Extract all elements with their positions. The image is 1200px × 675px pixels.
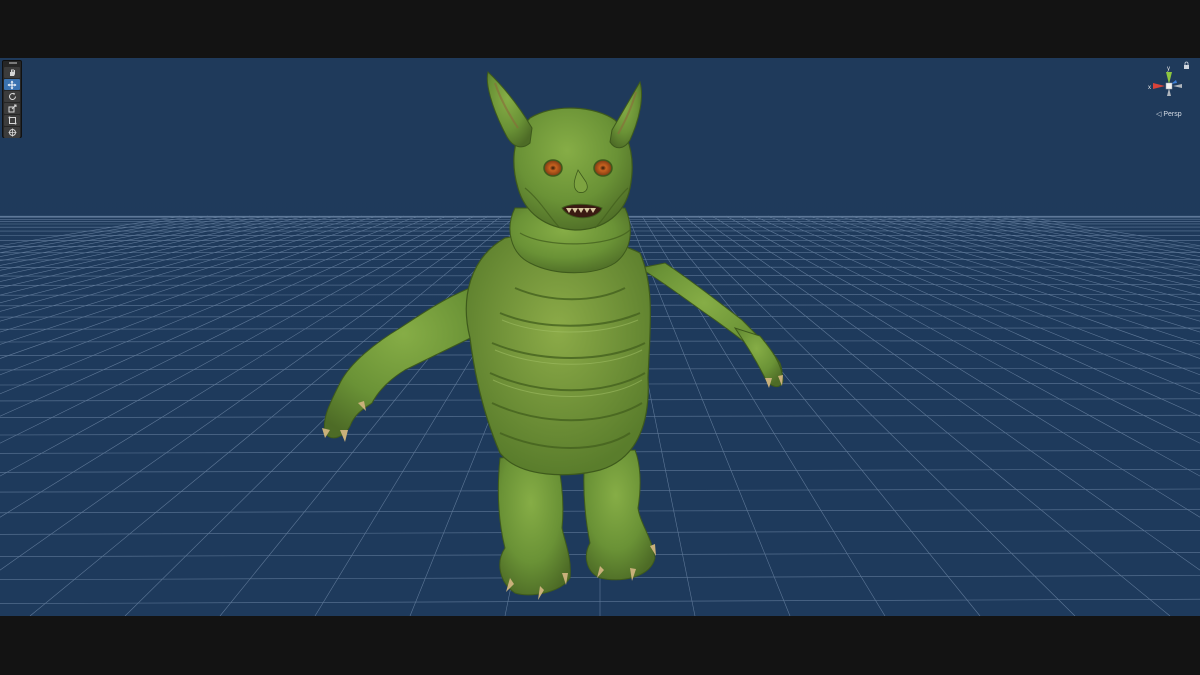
rect-transform-icon [8,116,17,125]
move-tool-button[interactable] [4,79,20,90]
gizmo-y-axis[interactable] [1166,72,1172,84]
lock-icon[interactable] [1184,61,1189,69]
gizmo-neg-x-axis[interactable] [1173,84,1182,88]
transform-icon [8,128,17,137]
gizmo-y-label: y [1167,66,1170,72]
scene-view[interactable]: y x ◁ Persp [0,58,1200,616]
rect-tool-button[interactable] [4,115,20,126]
scale-icon [8,104,17,113]
tool-palette [2,60,22,138]
scene-gizmo[interactable]: y x ◁ Persp [1140,60,1198,120]
gizmo-x-label: x [1148,85,1151,91]
green-creature-model[interactable] [0,58,1200,616]
scale-tool-button[interactable] [4,103,20,114]
letterbox-top [0,0,1200,58]
gizmo-x-axis[interactable] [1153,83,1165,89]
palette-drag-handle[interactable] [9,62,17,64]
projection-toggle[interactable]: ◁ Persp [1156,110,1182,118]
gizmo-center-cube[interactable] [1165,82,1173,90]
move-arrows-icon [7,80,17,90]
hand-tool-button[interactable] [4,67,20,78]
letterbox-bottom [0,616,1200,675]
rotate-tool-button[interactable] [4,91,20,102]
rotate-icon [8,92,17,101]
hand-icon [8,68,17,77]
transform-tool-button[interactable] [4,127,20,138]
